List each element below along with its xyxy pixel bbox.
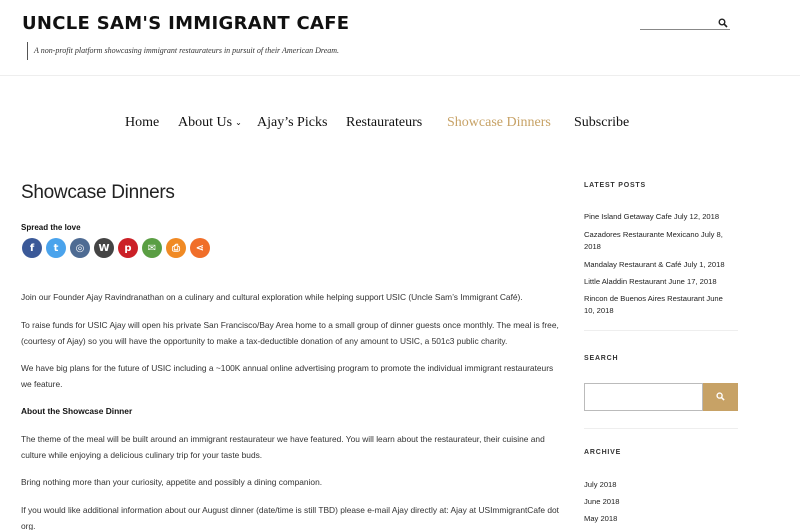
spread-the-love-label: Spread the love (21, 223, 81, 232)
email-icon[interactable]: ✉ (142, 238, 162, 258)
sidebar-search-input[interactable] (584, 383, 703, 411)
pinterest-icon[interactable]: p (118, 238, 138, 258)
share-icon[interactable]: ⋖ (190, 238, 210, 258)
paragraph: To raise funds for USIC Ajay will open h… (21, 320, 559, 346)
sidebar-search-button[interactable] (703, 383, 738, 411)
paragraph: Join our Founder Ajay Ravindranathan on … (21, 292, 523, 302)
print-icon[interactable]: ⎙ (166, 238, 186, 258)
search-icon[interactable] (718, 15, 728, 28)
section-heading: About the Showcase Dinner (21, 406, 133, 416)
sidebar-search (584, 383, 738, 411)
nav-item-home[interactable]: Home (125, 115, 159, 131)
latest-post-link[interactable]: Little Aladdin Restaurant June 17, 2018 (584, 276, 734, 288)
archive-link[interactable]: July 2018 (584, 480, 617, 489)
latest-post-link[interactable]: Rincon de Buenos Aires Restaurant June 1… (584, 293, 734, 317)
site-tagline: A non-profit platform showcasing immigra… (27, 42, 339, 60)
main-navigation: Home About Us ⌄ Ajay’s Picks Restaurateur… (0, 115, 800, 135)
nav-item-label: About Us (178, 115, 233, 130)
site-header: UNCLE SAM'S IMMIGRANT CAFE A non-profit … (0, 0, 800, 76)
divider (584, 428, 738, 429)
archive-title: ARCHIVE (584, 449, 622, 456)
nav-item-label: Showcase Dinners (447, 115, 551, 130)
nav-item-label: Restaurateurs (346, 115, 423, 130)
wordpress-icon[interactable]: W (94, 238, 114, 258)
latest-post-link[interactable]: Mandalay Restaurant & Café July 1, 2018 (584, 259, 734, 271)
nav-item-about-us[interactable]: About Us ⌄ (178, 115, 242, 131)
nav-item-label: Subscribe (574, 115, 630, 130)
divider (584, 330, 738, 331)
archive-link[interactable]: June 2018 (584, 497, 619, 506)
site-title[interactable]: UNCLE SAM'S IMMIGRANT CAFE (22, 13, 349, 34)
nav-item-ajays-picks[interactable]: Ajay’s Picks (257, 115, 327, 131)
paragraph: The theme of the meal will be built arou… (21, 434, 545, 460)
nav-item-restaurateurs[interactable]: Restaurateurs (346, 115, 422, 131)
nav-item-subscribe[interactable]: Subscribe (574, 115, 629, 131)
search-icon (716, 388, 725, 406)
header-search-input[interactable] (640, 12, 716, 29)
nav-item-showcase-dinners[interactable]: Showcase Dinners (447, 115, 551, 131)
archive-link[interactable]: May 2018 (584, 514, 617, 523)
latest-posts-title: LATEST POSTS (584, 182, 646, 189)
paragraph: Bring nothing more than your curiosity, … (21, 477, 323, 487)
latest-post-link[interactable]: Pine Island Getaway Cafe July 12, 2018 (584, 211, 734, 223)
latest-post-link[interactable]: Cazadores Restaurante Mexicano July 8, 2… (584, 229, 734, 253)
twitter-icon[interactable]: t (46, 238, 66, 258)
nav-item-label: Home (125, 115, 160, 130)
chevron-down-icon: ⌄ (235, 118, 242, 128)
nav-item-label: Ajay’s Picks (257, 115, 328, 130)
instagram-icon[interactable]: ◎ (70, 238, 90, 258)
paragraph: We have big plans for the future of USIC… (21, 363, 554, 389)
header-search (640, 12, 730, 30)
page-title: Showcase Dinners (21, 182, 175, 203)
facebook-icon[interactable]: f (22, 238, 42, 258)
paragraph: If you would like additional information… (21, 505, 559, 530)
search-widget-title: SEARCH (584, 355, 619, 362)
